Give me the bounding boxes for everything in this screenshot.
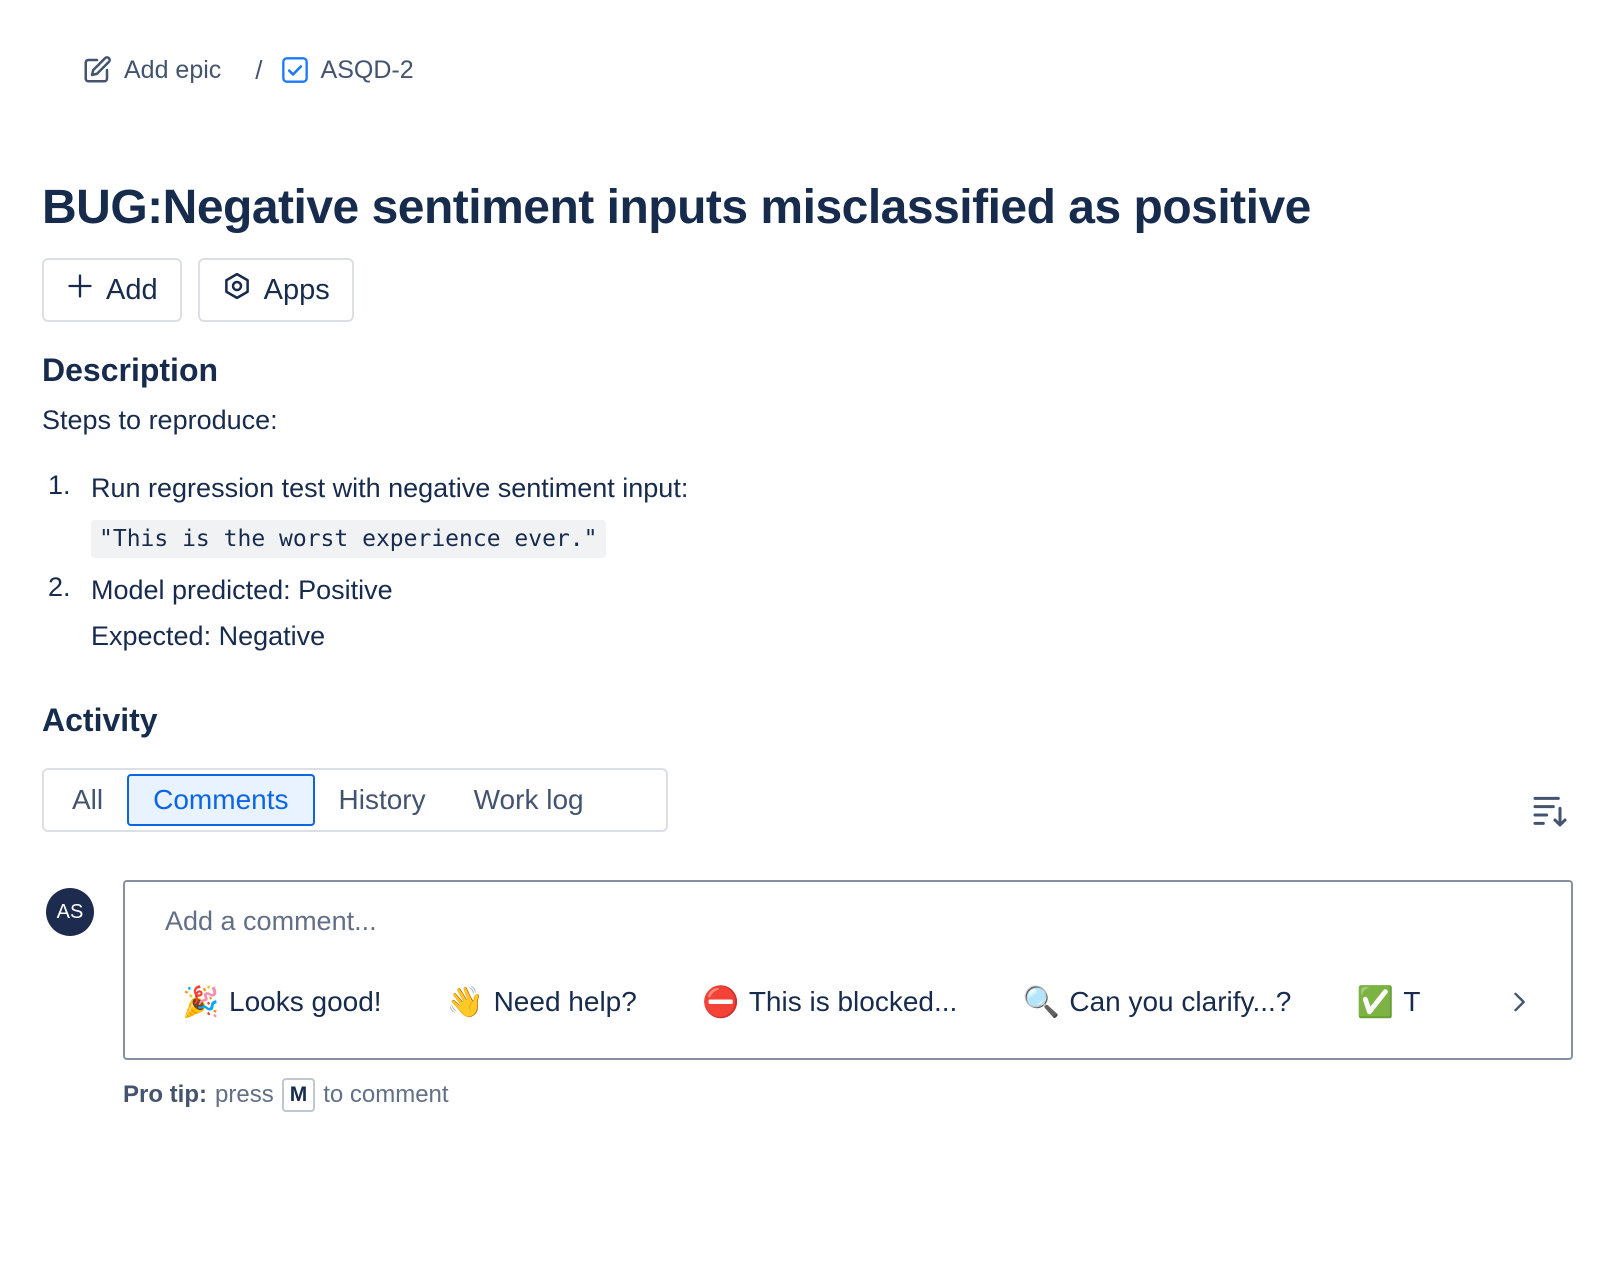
task-checkbox-icon xyxy=(281,56,309,84)
step-number: 1. xyxy=(48,470,71,500)
step-item-1: 1. Run regression test with negative sen… xyxy=(48,470,688,558)
magnifying-glass-icon: 🔍 xyxy=(1022,985,1061,1019)
waving-hand-icon: 👋 xyxy=(446,985,485,1019)
tab-comments[interactable]: Comments xyxy=(127,774,315,826)
avatar[interactable]: AS xyxy=(46,888,94,936)
edit-icon xyxy=(82,55,112,85)
plus-icon xyxy=(66,272,94,308)
quick-reply-need-help[interactable]: 👋 Need help? xyxy=(446,985,637,1020)
quick-replies: 🎉 Looks good! 👋 Need help? ⛔ This is blo… xyxy=(183,976,1473,1028)
description-heading: Description xyxy=(42,352,219,388)
pro-tip: Pro tip: press M to comment xyxy=(123,1078,449,1112)
check-mark-icon: ✅ xyxy=(1356,985,1395,1019)
keyboard-shortcut-key: M xyxy=(281,1078,316,1112)
steps-list: 1. Run regression test with negative sen… xyxy=(48,470,688,654)
step-item-2: 2. Model predicted: Positive Expected: N… xyxy=(48,572,688,654)
issue-title[interactable]: BUG:Negative sentiment inputs misclassif… xyxy=(42,180,1311,235)
pro-tip-label: Pro tip: xyxy=(123,1081,207,1108)
quick-reply-label: This is blocked... xyxy=(748,986,958,1017)
breadcrumb-add-epic[interactable]: Add epic xyxy=(82,55,221,85)
breadcrumb-issue-key-label: ASQD-2 xyxy=(320,55,414,84)
description-intro: Steps to reproduce: xyxy=(42,405,278,435)
chevron-right-icon xyxy=(1505,992,1533,1021)
tab-work-log[interactable]: Work log xyxy=(450,774,608,826)
comment-box[interactable]: 🎉 Looks good! 👋 Need help? ⛔ This is blo… xyxy=(123,880,1573,1060)
apps-button[interactable]: Apps xyxy=(197,258,354,322)
quick-reply-looks-good[interactable]: 🎉 Looks good! xyxy=(183,985,382,1020)
activity-tabs: All Comments History Work log xyxy=(42,768,668,832)
code-snippet: "This is the worst experience ever." xyxy=(91,520,606,558)
party-popper-icon: 🎉 xyxy=(183,985,220,1019)
add-button-label: Add xyxy=(106,273,158,306)
tab-history[interactable]: History xyxy=(315,774,450,826)
step-text: Model predicted: Positive xyxy=(91,575,393,605)
pro-tip-suffix: to comment xyxy=(323,1081,449,1108)
step-extra-text: Expected: Negative xyxy=(91,621,326,651)
apps-button-label: Apps xyxy=(263,273,330,306)
breadcrumb-add-epic-label: Add epic xyxy=(124,55,222,84)
issue-actions: Add Apps xyxy=(42,258,354,322)
quick-reply-blocked[interactable]: ⛔ This is blocked... xyxy=(702,985,958,1020)
step-text: Run regression test with negative sentim… xyxy=(91,473,689,503)
comment-input[interactable] xyxy=(165,906,1465,937)
no-entry-icon: ⛔ xyxy=(702,985,740,1019)
add-button[interactable]: Add xyxy=(42,258,182,322)
breadcrumb-issue-key[interactable]: ASQD-2 xyxy=(281,56,414,85)
breadcrumb: Add epic / ASQD-2 xyxy=(82,52,414,88)
quick-reply-label: Can you clarify...? xyxy=(1069,986,1292,1017)
quick-reply-clarify[interactable]: 🔍 Can you clarify...? xyxy=(1022,985,1292,1020)
quick-reply-truncated[interactable]: ✅ T xyxy=(1356,985,1421,1020)
step-number: 2. xyxy=(48,572,71,602)
activity-heading: Activity xyxy=(42,702,158,738)
apps-hexagon-icon xyxy=(222,271,252,309)
pro-tip-press: press xyxy=(215,1081,274,1108)
quick-reply-label: Looks good! xyxy=(229,986,382,1017)
sort-button[interactable] xyxy=(1530,790,1570,830)
breadcrumb-separator: / xyxy=(255,54,263,85)
quick-reply-label: Need help? xyxy=(493,986,637,1017)
tab-all[interactable]: All xyxy=(48,774,127,826)
quick-replies-next-button[interactable] xyxy=(1505,987,1533,1017)
quick-reply-label: T xyxy=(1403,986,1421,1017)
sort-icon xyxy=(1530,796,1570,834)
